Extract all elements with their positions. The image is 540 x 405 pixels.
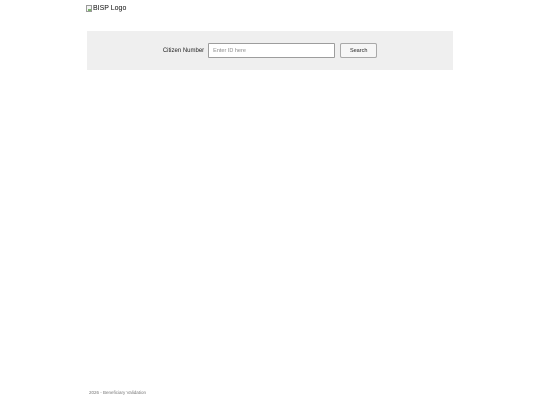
- page: BISP Logo Citizen Number Search 2026 - B…: [0, 0, 540, 405]
- search-button[interactable]: Search: [340, 43, 378, 58]
- logo-alt-text: BISP Logo: [93, 5, 127, 12]
- bisp-logo: BISP Logo: [86, 5, 126, 12]
- citizen-number-label: Citizen Number: [162, 47, 205, 54]
- search-panel: Citizen Number Search: [87, 31, 453, 70]
- broken-image-icon: [86, 5, 92, 12]
- citizen-number-input[interactable]: [208, 43, 336, 58]
- footer-text: 2026 - Beneficiary Validation: [89, 390, 146, 395]
